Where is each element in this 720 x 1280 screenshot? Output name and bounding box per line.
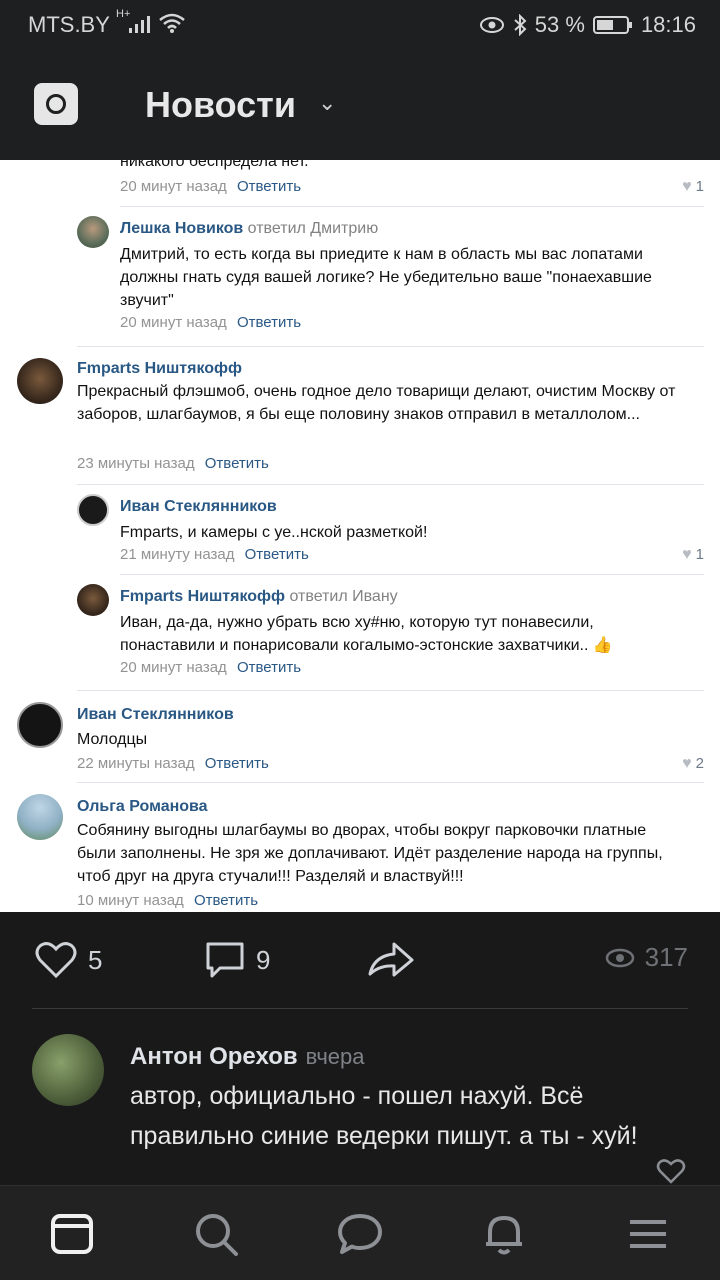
comment-author: Ольга Романова xyxy=(77,798,208,815)
likes-count: 2 xyxy=(695,755,704,772)
heart-icon: ♥ xyxy=(682,178,692,195)
share-button[interactable] xyxy=(366,940,416,980)
comment-author[interactable]: Антон Орехов вчера xyxy=(130,1043,365,1071)
share-icon xyxy=(368,942,414,977)
comment-button[interactable]: 9 xyxy=(204,940,270,980)
reply-link: Ответить xyxy=(193,892,259,909)
reply-link: Ответить xyxy=(236,314,302,331)
heart-icon: ♥ xyxy=(682,755,692,772)
divider xyxy=(120,574,704,575)
status-bar: MTS.BY H+ 53 % 18:16 xyxy=(0,0,720,50)
comment-text: Fmparts, и камеры с уе..нской разметкой! xyxy=(120,524,428,541)
comment-meta: 21 минуту назад Ответить xyxy=(120,546,309,563)
search-icon[interactable] xyxy=(192,1210,240,1258)
comment-meta: 20 минут назад Ответить xyxy=(120,314,301,331)
bottom-nav xyxy=(0,1185,720,1280)
divider xyxy=(32,1008,688,1009)
comment-meta: 10 минут назад Ответить xyxy=(77,892,258,909)
wifi-icon xyxy=(159,13,185,33)
camera-icon[interactable] xyxy=(34,83,78,125)
avatar xyxy=(17,794,63,840)
comment-text: Дмитрий, то есть когда вы приедите к нам… xyxy=(120,246,652,309)
reply-link: Ответить xyxy=(204,455,269,472)
avatar xyxy=(77,216,109,248)
eye-icon xyxy=(605,948,634,967)
news-tab-icon[interactable] xyxy=(48,1210,96,1258)
comment-time: 21 минуту назад xyxy=(120,546,235,563)
notifications-icon[interactable] xyxy=(480,1210,528,1258)
comment-author: Лешка Новиков ответил Дмитрию xyxy=(120,220,379,237)
likes-count: 1 xyxy=(695,546,704,563)
heart-icon[interactable] xyxy=(656,1158,686,1184)
reply-link: Ответить xyxy=(236,659,302,676)
divider xyxy=(77,484,704,485)
heart-icon: ♥ xyxy=(682,546,692,563)
bluetooth-icon xyxy=(514,14,527,36)
comment-author: Иван Стеклянников xyxy=(120,498,277,515)
comment-item: Антон Орехов вчера автор, официально - по… xyxy=(0,1010,720,1186)
post-image[interactable]: никакого беспредела нет. 20 минут назад … xyxy=(0,160,720,912)
heart-icon xyxy=(35,942,77,979)
divider xyxy=(120,206,704,207)
avatar xyxy=(77,584,109,616)
battery-percent: 53 % xyxy=(534,12,585,37)
comment-text: автор, официально - пошел нахуй. Всё пра… xyxy=(130,1082,638,1150)
divider xyxy=(77,690,704,691)
comment-text: Иван, да-да, нужно убрать всю ху#ню, кот… xyxy=(120,614,613,654)
comment-meta: 20 минут назад Ответить xyxy=(120,178,301,195)
status-right: 53 % 18:16 xyxy=(479,12,696,38)
avatar xyxy=(17,358,63,404)
app-header: Новости ⌄ xyxy=(0,50,720,160)
avatar[interactable] xyxy=(32,1034,104,1106)
comment-time: 20 минут назад xyxy=(120,314,227,331)
carrier-label: MTS.BY xyxy=(28,12,110,37)
avatar xyxy=(77,494,109,526)
comment-likes: ♥ 1 xyxy=(682,546,704,564)
menu-icon[interactable] xyxy=(624,1210,672,1258)
comments-count: 9 xyxy=(256,944,271,975)
reply-link: Ответить xyxy=(236,178,302,195)
comment-likes: ♥ 2 xyxy=(682,755,704,773)
divider xyxy=(77,782,704,783)
views-count: 317 xyxy=(644,942,688,972)
likes-count: 5 xyxy=(88,944,103,975)
comment-time: 10 минут назад xyxy=(77,892,184,909)
chevron-down-icon[interactable]: ⌄ xyxy=(318,90,336,116)
avatar xyxy=(17,702,63,748)
comment-time: вчера xyxy=(305,1044,365,1069)
reply-link: Ответить xyxy=(204,755,269,772)
comment-time: 20 минут назад xyxy=(120,178,227,195)
page-title[interactable]: Новости xyxy=(145,84,296,126)
post-actions: 5 9 317 xyxy=(0,912,720,1008)
battery-icon xyxy=(592,16,632,34)
clock: 18:16 xyxy=(640,12,696,37)
comment-text: Молодцы xyxy=(77,731,148,748)
eye-comfort-icon xyxy=(479,17,504,33)
comment-likes: ♥ 1 xyxy=(682,178,704,196)
comment-meta: 20 минут назад Ответить xyxy=(120,659,301,676)
comment-meta: 23 минуты назад Ответить xyxy=(77,455,269,472)
comment-author: Иван Стеклянников xyxy=(77,706,234,723)
views-counter: 317 xyxy=(605,942,688,973)
comment-time: 22 минуты назад xyxy=(77,755,195,772)
thumbs-up-emoji: 👍 xyxy=(592,637,613,654)
comment-text: никакого беспредела нет. xyxy=(120,160,309,170)
comment-time: 20 минут назад xyxy=(120,659,227,676)
messages-icon[interactable] xyxy=(336,1210,384,1258)
likes-count: 1 xyxy=(695,178,704,195)
comment-text: Собянину выгодны шлагбаумы во дворах, чт… xyxy=(77,822,663,885)
comment-time: 23 минуты назад xyxy=(77,455,195,472)
signal-icon xyxy=(129,16,150,33)
comment-icon xyxy=(206,942,244,978)
comment-meta: 22 минуты назад Ответить xyxy=(77,755,269,772)
like-button[interactable]: 5 xyxy=(34,940,102,980)
reply-link: Ответить xyxy=(244,546,309,563)
divider xyxy=(77,346,704,347)
comment-author: Fmparts Ништякофф ответил Ивану xyxy=(120,588,398,605)
comment-author: Fmparts Ништякофф xyxy=(77,360,243,377)
comment-text: Прекрасный флэшмоб, очень годное дело то… xyxy=(77,383,676,423)
